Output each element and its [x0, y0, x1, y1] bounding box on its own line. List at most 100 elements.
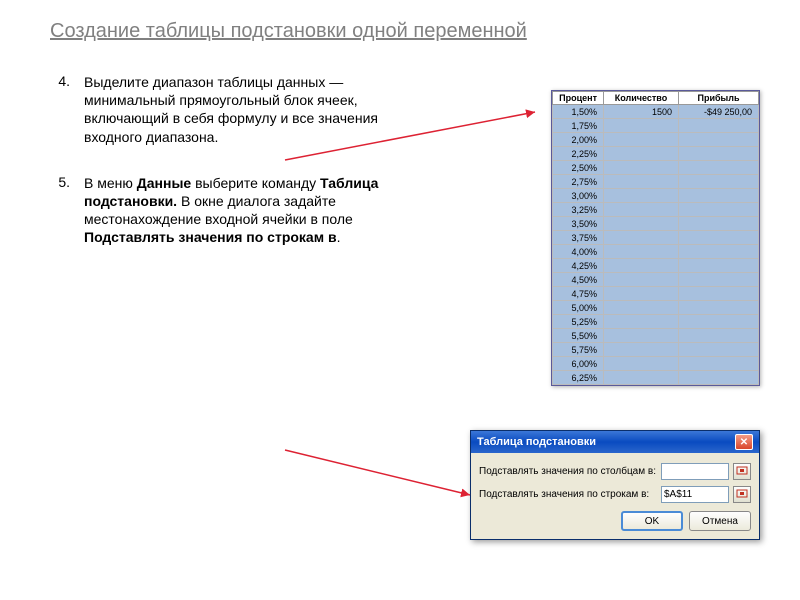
cell-empty [679, 175, 759, 189]
table-row: 4,75% [553, 287, 759, 301]
cell-empty [604, 301, 679, 315]
cell-empty [604, 287, 679, 301]
list-item-5: 5. В меню Данные выберите команду Таблиц… [50, 174, 380, 247]
cell-empty [604, 245, 679, 259]
arrow-to-dialog [275, 440, 485, 520]
range-select-icon[interactable] [733, 486, 751, 503]
substitute-by-columns-label: Подставлять значения по столбцам в: [479, 466, 657, 477]
excel-screenshot: Процент Количество Прибыль 1,50% 1500 -$… [551, 90, 760, 386]
table-row: 2,25% [553, 147, 759, 161]
cell-percent: 2,50% [553, 161, 604, 175]
cell-empty [604, 189, 679, 203]
cell-empty [604, 231, 679, 245]
cell-empty [604, 371, 679, 385]
cell-percent: 2,00% [553, 133, 604, 147]
cell-empty [604, 175, 679, 189]
cell-percent: 5,50% [553, 329, 604, 343]
substitute-by-rows-input[interactable] [661, 486, 729, 503]
cell-percent: 4,00% [553, 245, 604, 259]
cell-percent: 5,00% [553, 301, 604, 315]
cell-empty [604, 315, 679, 329]
cell-percent: 6,00% [553, 357, 604, 371]
cell-percent: 1,50% [553, 105, 604, 119]
ok-button[interactable]: OK [621, 511, 683, 531]
list-item-4: 4. Выделите диапазон таблицы данных — ми… [50, 73, 380, 146]
table-row: 5,00% [553, 301, 759, 315]
item-number: 4. [50, 73, 84, 146]
close-icon[interactable]: ✕ [735, 434, 753, 450]
table-row: 3,50% [553, 217, 759, 231]
cell-empty [679, 231, 759, 245]
cell-empty [679, 301, 759, 315]
cell-empty [679, 217, 759, 231]
cell-empty [604, 147, 679, 161]
table-row: 3,00% [553, 189, 759, 203]
cell-empty [604, 217, 679, 231]
cell-percent: 1,75% [553, 119, 604, 133]
table-row: 4,25% [553, 259, 759, 273]
cell-empty [604, 133, 679, 147]
cell-empty [679, 287, 759, 301]
table-row: 2,00% [553, 133, 759, 147]
col-header-percent: Процент [553, 92, 604, 105]
cell-empty [604, 357, 679, 371]
cell-empty [679, 357, 759, 371]
cell-profit: -$49 250,00 [679, 105, 759, 119]
cell-percent: 3,75% [553, 231, 604, 245]
slide-title: Создание таблицы подстановки одной перем… [50, 20, 750, 43]
table-row: 3,25% [553, 203, 759, 217]
substitute-by-columns-input[interactable] [661, 463, 729, 480]
table-row: 6,00% [553, 357, 759, 371]
cell-percent: 2,25% [553, 147, 604, 161]
substitute-by-rows-label: Подставлять значения по строкам в: [479, 489, 657, 500]
cell-percent: 4,50% [553, 273, 604, 287]
text-column: 4. Выделите диапазон таблицы данных — ми… [50, 73, 380, 275]
table-row: 1,50% 1500 -$49 250,00 [553, 105, 759, 119]
cell-empty [679, 329, 759, 343]
table-row: 5,50% [553, 329, 759, 343]
col-header-qty: Количество [604, 92, 679, 105]
range-select-icon[interactable] [733, 463, 751, 480]
cell-percent: 4,25% [553, 259, 604, 273]
cell-empty [679, 343, 759, 357]
cell-empty [604, 161, 679, 175]
cell-percent: 3,25% [553, 203, 604, 217]
cell-percent: 5,25% [553, 315, 604, 329]
cell-qty: 1500 [604, 105, 679, 119]
cell-empty [679, 203, 759, 217]
col-header-profit: Прибыль [679, 92, 759, 105]
table-row: 4,00% [553, 245, 759, 259]
cell-percent: 2,75% [553, 175, 604, 189]
table-row: 2,50% [553, 161, 759, 175]
cell-empty [679, 259, 759, 273]
table-row: 1,75% [553, 119, 759, 133]
cell-empty [604, 203, 679, 217]
cell-empty [604, 329, 679, 343]
cell-empty [679, 371, 759, 385]
cell-empty [604, 343, 679, 357]
table-row: 4,50% [553, 273, 759, 287]
cell-empty [679, 245, 759, 259]
table-row: 5,75% [553, 343, 759, 357]
cell-empty [679, 161, 759, 175]
dialog-title: Таблица подстановки [477, 436, 596, 448]
cell-empty [679, 273, 759, 287]
substitution-table-dialog: Таблица подстановки ✕ Подставлять значен… [470, 430, 760, 540]
cell-percent: 3,50% [553, 217, 604, 231]
cell-empty [604, 259, 679, 273]
item-text: В меню Данные выберите команду Таблица п… [84, 174, 380, 247]
cell-empty [604, 119, 679, 133]
cell-empty [604, 273, 679, 287]
dialog-titlebar: Таблица подстановки ✕ [471, 431, 759, 453]
item-number: 5. [50, 174, 84, 247]
cell-empty [679, 147, 759, 161]
cell-percent: 5,75% [553, 343, 604, 357]
cell-empty [679, 133, 759, 147]
table-row: 6,25% [553, 371, 759, 385]
table-row: 2,75% [553, 175, 759, 189]
table-row: 5,25% [553, 315, 759, 329]
item-text: Выделите диапазон таблицы данных — миним… [84, 73, 380, 146]
cancel-button[interactable]: Отмена [689, 511, 751, 531]
cell-empty [679, 189, 759, 203]
cell-percent: 4,75% [553, 287, 604, 301]
